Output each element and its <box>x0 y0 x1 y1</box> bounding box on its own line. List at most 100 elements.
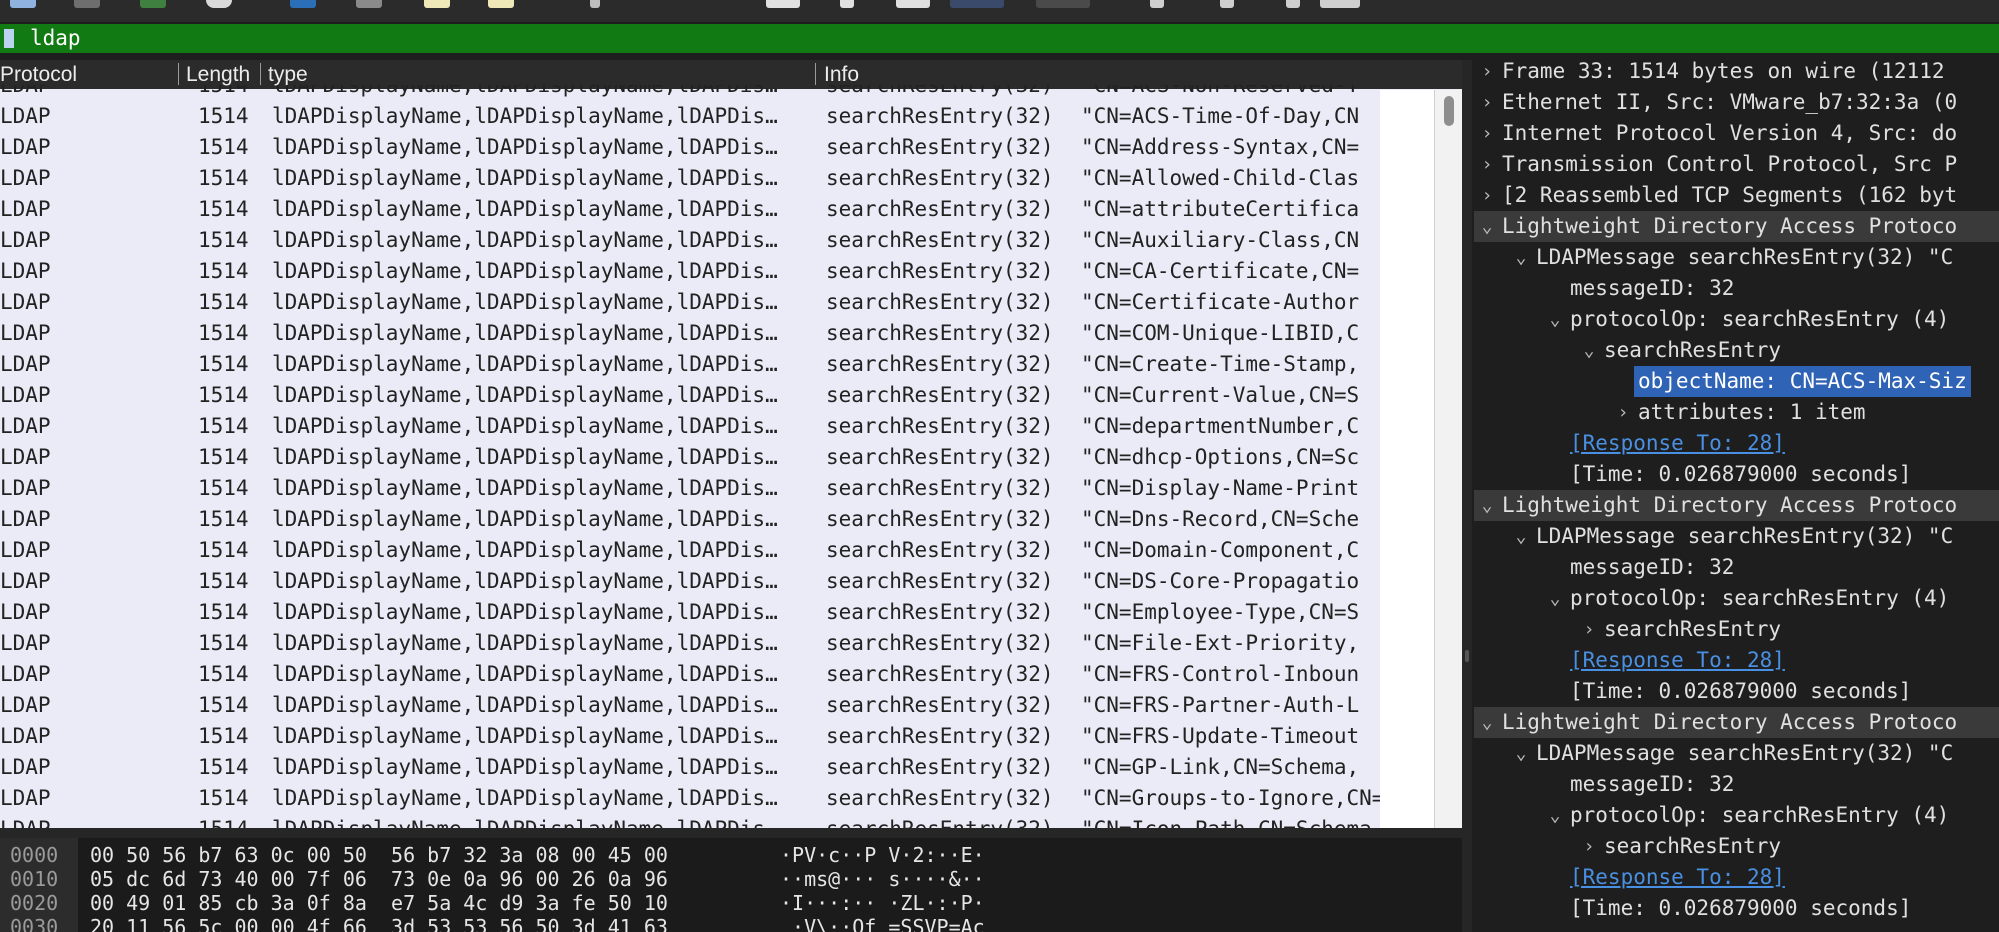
packet-row[interactable]: LDAP 1514 lDAPDisplayName,lDAPDisplayName,… <box>0 659 1380 690</box>
packet-row[interactable]: LDAP 1514 lDAPDisplayName,lDAPDisplayName,… <box>0 473 1380 504</box>
tree-item[interactable]: [Response To: 28] <box>1474 862 1999 893</box>
tree-item[interactable]: objectName: CN=ACS-Max-Siz <box>1474 366 1999 397</box>
packet-row[interactable]: LDAP 1514 lDAPDisplayName,lDAPDisplayName,… <box>0 380 1380 411</box>
triangle-down-icon[interactable]: ⌄ <box>1548 800 1562 831</box>
horizontal-splitter[interactable] <box>0 828 1462 838</box>
toolbar-resize-columns-icon[interactable] <box>1320 0 1360 8</box>
response-to-link[interactable]: [Response To: 28] <box>1570 862 1785 893</box>
bookmark-icon[interactable] <box>4 29 14 48</box>
packet-row[interactable]: LDAP 1514 lDAPDisplayName,lDAPDisplayName,… <box>0 442 1380 473</box>
triangle-down-icon[interactable]: ⌄ <box>1514 242 1528 273</box>
toolbar-goto-icon[interactable] <box>590 0 600 8</box>
packet-details-tree[interactable]: › Frame 33: 1514 bytes on wire (12112 › Eth… <box>1474 60 1999 932</box>
bytes-hex[interactable]: 20 11 56 5c 00 00 4f 66 3d 53 53 56 50 3… <box>90 915 668 932</box>
tree-item[interactable]: ⌄ LDAPMessage searchResEntry(32) "C <box>1474 738 1999 769</box>
packet-row[interactable]: LDAP 1514 lDAPDisplayName,lDAPDisplayName,… <box>0 132 1380 163</box>
column-divider[interactable] <box>815 63 816 85</box>
packet-row[interactable]: LDAP 1514 lDAPDisplayName,lDAPDisplayName,… <box>0 349 1380 380</box>
packet-row[interactable]: LDAP 1514 lDAPDisplayName,lDAPDisplayName,… <box>0 566 1380 597</box>
tree-item[interactable]: ⌄ searchResEntry <box>1474 335 1999 366</box>
toolbar-reload-icon[interactable] <box>140 0 166 8</box>
toolbar-zoom-in-icon[interactable] <box>1150 0 1164 8</box>
tree-item[interactable]: › searchResEntry <box>1474 831 1999 862</box>
tree-item[interactable]: messageID: 32 <box>1474 769 1999 800</box>
column-header-type[interactable]: type <box>268 63 308 87</box>
tree-item[interactable]: ⌄ protocolOp: searchResEntry (4) <box>1474 583 1999 614</box>
packet-row[interactable]: LDAP 1514 lDAPDisplayName,lDAPDisplayName,… <box>0 752 1380 783</box>
triangle-right-icon[interactable]: › <box>1480 149 1494 180</box>
tree-item[interactable]: › Internet Protocol Version 4, Src: do <box>1474 118 1999 149</box>
tree-item[interactable]: ⌄ LDAPMessage searchResEntry(32) "C <box>1474 242 1999 273</box>
triangle-right-icon[interactable]: › <box>1582 614 1596 645</box>
tree-item[interactable]: › Ethernet II, Src: VMware_b7:32:3a (0 <box>1474 87 1999 118</box>
packet-row[interactable]: LDAP 1514 lDAPDisplayName,lDAPDisplayName,… <box>0 287 1380 318</box>
tree-item[interactable]: [Time: 0.026879000 seconds] <box>1474 676 1999 707</box>
bytes-hex[interactable]: 00 49 01 85 cb 3a 0f 8a e7 5a 4c d9 3a f… <box>90 891 668 916</box>
triangle-down-icon[interactable]: ⌄ <box>1582 335 1596 366</box>
packet-row[interactable]: LDAP 1514 lDAPDisplayName,lDAPDisplayName,… <box>0 411 1380 442</box>
tree-item[interactable]: [Response To: 28] <box>1474 428 1999 459</box>
tree-item[interactable]: [Time: 0.026879000 seconds] <box>1474 459 1999 490</box>
tree-item[interactable]: ⌄ LDAPMessage searchResEntry(32) "C <box>1474 521 1999 552</box>
triangle-down-icon[interactable]: ⌄ <box>1514 738 1528 769</box>
scrollbar-thumb[interactable] <box>1444 96 1454 126</box>
packet-list[interactable]: Protocol Length type Info LDAP 1514 lDAPDi… <box>0 60 1462 828</box>
tree-item[interactable]: [Time: 0.026879000 seconds] <box>1474 893 1999 924</box>
column-divider[interactable] <box>260 63 261 85</box>
toolbar-zoom-out-icon[interactable] <box>1220 0 1234 8</box>
bytes-ascii[interactable]: ··ms@··· s····&·· <box>780 867 985 892</box>
packet-row[interactable]: LDAP 1514 lDAPDisplayName,lDAPDisplayName,… <box>0 814 1380 828</box>
column-header-protocol[interactable]: Protocol <box>0 63 77 87</box>
tree-item[interactable]: › Frame 33: 1514 bytes on wire (12112 <box>1474 60 1999 87</box>
column-header-length[interactable]: Length <box>186 63 256 87</box>
bytes-ascii[interactable]: ·V\··Of =SSVP=Ac <box>780 915 985 932</box>
triangle-right-icon[interactable]: › <box>1480 60 1494 87</box>
packet-list-scrollbar[interactable] <box>1434 90 1462 828</box>
toolbar-options-icon[interactable] <box>206 0 232 8</box>
vertical-splitter[interactable] <box>1462 60 1472 932</box>
tree-item[interactable]: › [2 Reassembled TCP Segments (162 byt <box>1474 180 1999 211</box>
triangle-down-icon[interactable]: ⌄ <box>1548 304 1562 335</box>
column-header-info[interactable]: Info <box>824 63 859 87</box>
bytes-offset[interactable]: 0020 <box>10 891 58 916</box>
tree-item[interactable]: › Transmission Control Protocol, Src P <box>1474 149 1999 180</box>
packet-row[interactable]: LDAP 1514 lDAPDisplayName,lDAPDisplayName,… <box>0 256 1380 287</box>
response-to-link[interactable]: [Response To: 28] <box>1570 645 1785 676</box>
packet-row[interactable]: LDAP 1514 lDAPDisplayName,lDAPDisplayName,… <box>0 690 1380 721</box>
packet-row[interactable]: LDAP 1514 lDAPDisplayName,lDAPDisplayName,… <box>0 597 1380 628</box>
toolbar-zoom-icon[interactable] <box>1036 0 1090 8</box>
packet-row[interactable]: LDAP 1514 lDAPDisplayName,lDAPDisplayName,… <box>0 628 1380 659</box>
toolbar-next-icon[interactable] <box>488 0 514 8</box>
toolbar-colorize-icon[interactable] <box>950 0 1004 8</box>
triangle-down-icon[interactable]: ⌄ <box>1548 583 1562 614</box>
tree-item[interactable]: › attributes: 1 item <box>1474 397 1999 428</box>
tree-protocol-header[interactable]: ⌄ Lightweight Directory Access Protoco <box>1474 211 1999 242</box>
packet-row[interactable]: LDAP 1514 lDAPDisplayName,lDAPDisplayName,… <box>0 85 1380 101</box>
packet-row[interactable]: LDAP 1514 lDAPDisplayName,lDAPDisplayName,… <box>0 318 1380 349</box>
tree-item[interactable]: › searchResEntry <box>1474 614 1999 645</box>
triangle-right-icon[interactable]: › <box>1480 118 1494 149</box>
packet-row[interactable]: LDAP 1514 lDAPDisplayName,lDAPDisplayName,… <box>0 783 1380 814</box>
bytes-hex[interactable]: 05 dc 6d 73 40 00 7f 06 73 0e 0a 96 00 2… <box>90 867 668 892</box>
packet-row[interactable]: LDAP 1514 lDAPDisplayName,lDAPDisplayName,… <box>0 504 1380 535</box>
toolbar-first-icon[interactable] <box>766 0 800 8</box>
bytes-offset[interactable]: 0030 <box>10 915 58 932</box>
tree-protocol-header[interactable]: ⌄ Lightweight Directory Access Protoco <box>1474 707 1999 738</box>
triangle-down-icon[interactable]: ⌄ <box>1480 707 1494 738</box>
display-filter-input[interactable]: ldap <box>30 27 81 50</box>
splitter-handle[interactable] <box>1465 650 1469 662</box>
triangle-right-icon[interactable]: › <box>1480 180 1494 211</box>
packet-row[interactable]: LDAP 1514 lDAPDisplayName,lDAPDisplayName,… <box>0 163 1380 194</box>
packet-row[interactable]: LDAP 1514 lDAPDisplayName,lDAPDisplayName,… <box>0 101 1380 132</box>
packet-row[interactable]: LDAP 1514 lDAPDisplayName,lDAPDisplayName,… <box>0 194 1380 225</box>
display-filter-bar[interactable]: ldap <box>0 24 1999 53</box>
triangle-right-icon[interactable]: › <box>1480 87 1494 118</box>
packet-bytes-pane[interactable]: 0000 00 50 56 b7 63 0c 00 50 56 b7 32 3a … <box>0 838 1462 932</box>
triangle-down-icon[interactable]: ⌄ <box>1480 490 1494 521</box>
packet-row[interactable]: LDAP 1514 lDAPDisplayName,lDAPDisplayName,… <box>0 225 1380 256</box>
bytes-offset[interactable]: 0000 <box>10 843 58 868</box>
bytes-hex[interactable]: 00 50 56 b7 63 0c 00 50 56 b7 32 3a 08 0… <box>90 843 668 868</box>
bytes-ascii[interactable]: ·PV·c··P V·2:··E· <box>780 843 985 868</box>
tree-item[interactable]: [Response To: 28] <box>1474 645 1999 676</box>
bytes-offset[interactable]: 0010 <box>10 867 58 892</box>
